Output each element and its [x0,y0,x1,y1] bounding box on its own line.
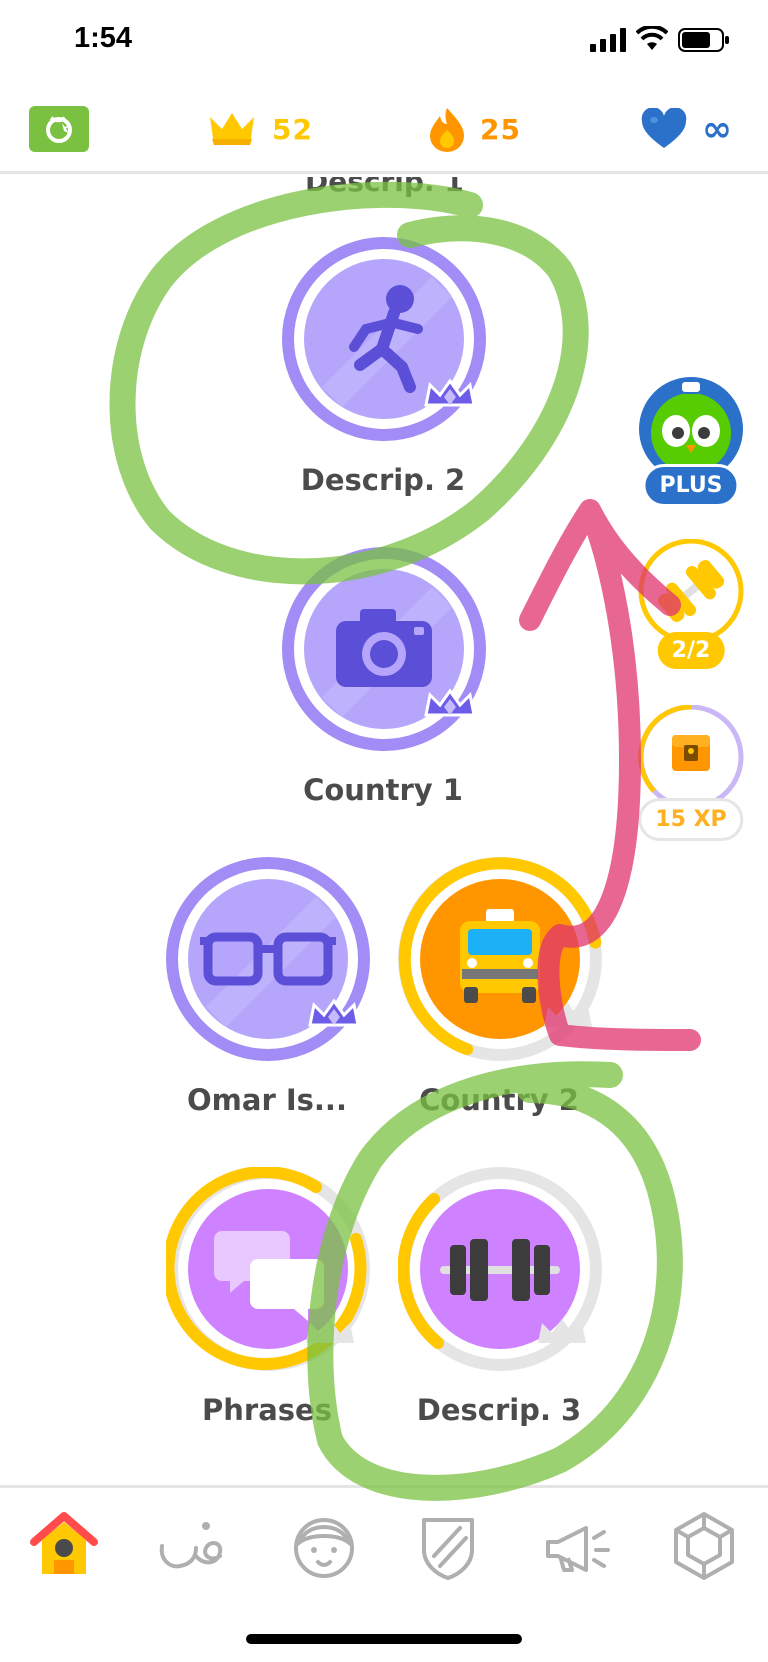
crowns-counter[interactable]: 52 [206,104,313,154]
top-stats-bar: 52 25 ∞ [0,90,768,174]
heart-icon [641,108,687,148]
skill-descrip-3[interactable]: Descrip. 3 [384,1167,614,1447]
skill-label: Omar Is... [187,1083,347,1117]
home-icon [30,1512,98,1574]
signal-icon [590,28,626,52]
skill-country-1[interactable]: Country 1 [268,547,498,827]
status-bar: 1:54 [0,0,768,90]
skill-path: Descrip. 1 Descrip. 2 Country 1 Omar Is.… [0,177,768,1487]
taxi-icon [460,909,540,1003]
streak-counter[interactable]: 25 [428,104,521,154]
nav-letters[interactable] [152,1508,228,1584]
hearts-counter[interactable]: ∞ [640,104,733,154]
practice-count: 2/2 [657,632,725,669]
skill-country-2[interactable]: Country 2 [384,857,614,1137]
home-indicator[interactable] [246,1634,522,1644]
wifi-icon [636,26,668,50]
plus-button[interactable]: PLUS [636,377,746,507]
skill-label: Country 2 [419,1083,579,1117]
status-time: 1:54 [74,22,133,54]
skill-ring [282,547,486,751]
characters-icon [294,1518,354,1578]
skill-label-partial: Descrip. 1 [305,177,464,198]
xp-chest-button[interactable]: 15 XP [634,705,748,841]
skill-ring [398,1167,602,1371]
nav-characters[interactable] [286,1508,362,1584]
crowns-count: 52 [272,112,313,146]
skill-phrases[interactable]: Phrases [152,1167,382,1447]
skill-label: Descrip. 3 [416,1393,582,1427]
skill-ring [398,857,602,1061]
skill-ring [282,237,486,441]
bottom-nav [0,1485,768,1605]
plus-label: PLUS [642,464,740,507]
skill-label: Descrip. 2 [300,463,466,497]
skill-label: Country 1 [303,773,463,807]
skill-ring [166,1167,370,1371]
hearts-count: ∞ [702,108,733,150]
xp-chest-label: 15 XP [638,798,744,841]
course-flag-button[interactable] [29,106,89,152]
practice-button[interactable]: 2/2 [636,539,746,669]
letters-icon [159,1522,223,1569]
skill-ring [166,857,370,1061]
leagues-shield-icon [422,1518,474,1580]
streak-flame-icon [430,108,464,152]
nav-shop[interactable] [666,1508,742,1584]
skill-omar-is[interactable]: Omar Is... [152,857,382,1137]
nav-news[interactable] [540,1508,616,1584]
crown-icon [210,113,254,145]
nav-leagues[interactable] [410,1508,486,1584]
shop-gem-icon [674,1512,734,1580]
nav-home[interactable] [26,1508,102,1584]
battery-icon [678,28,729,52]
skill-descrip-2[interactable]: Descrip. 2 [268,237,498,517]
news-megaphone-icon [546,1526,610,1572]
course-flag-icon [46,116,72,143]
skill-label: Phrases [202,1393,332,1427]
streak-count: 25 [480,112,521,146]
